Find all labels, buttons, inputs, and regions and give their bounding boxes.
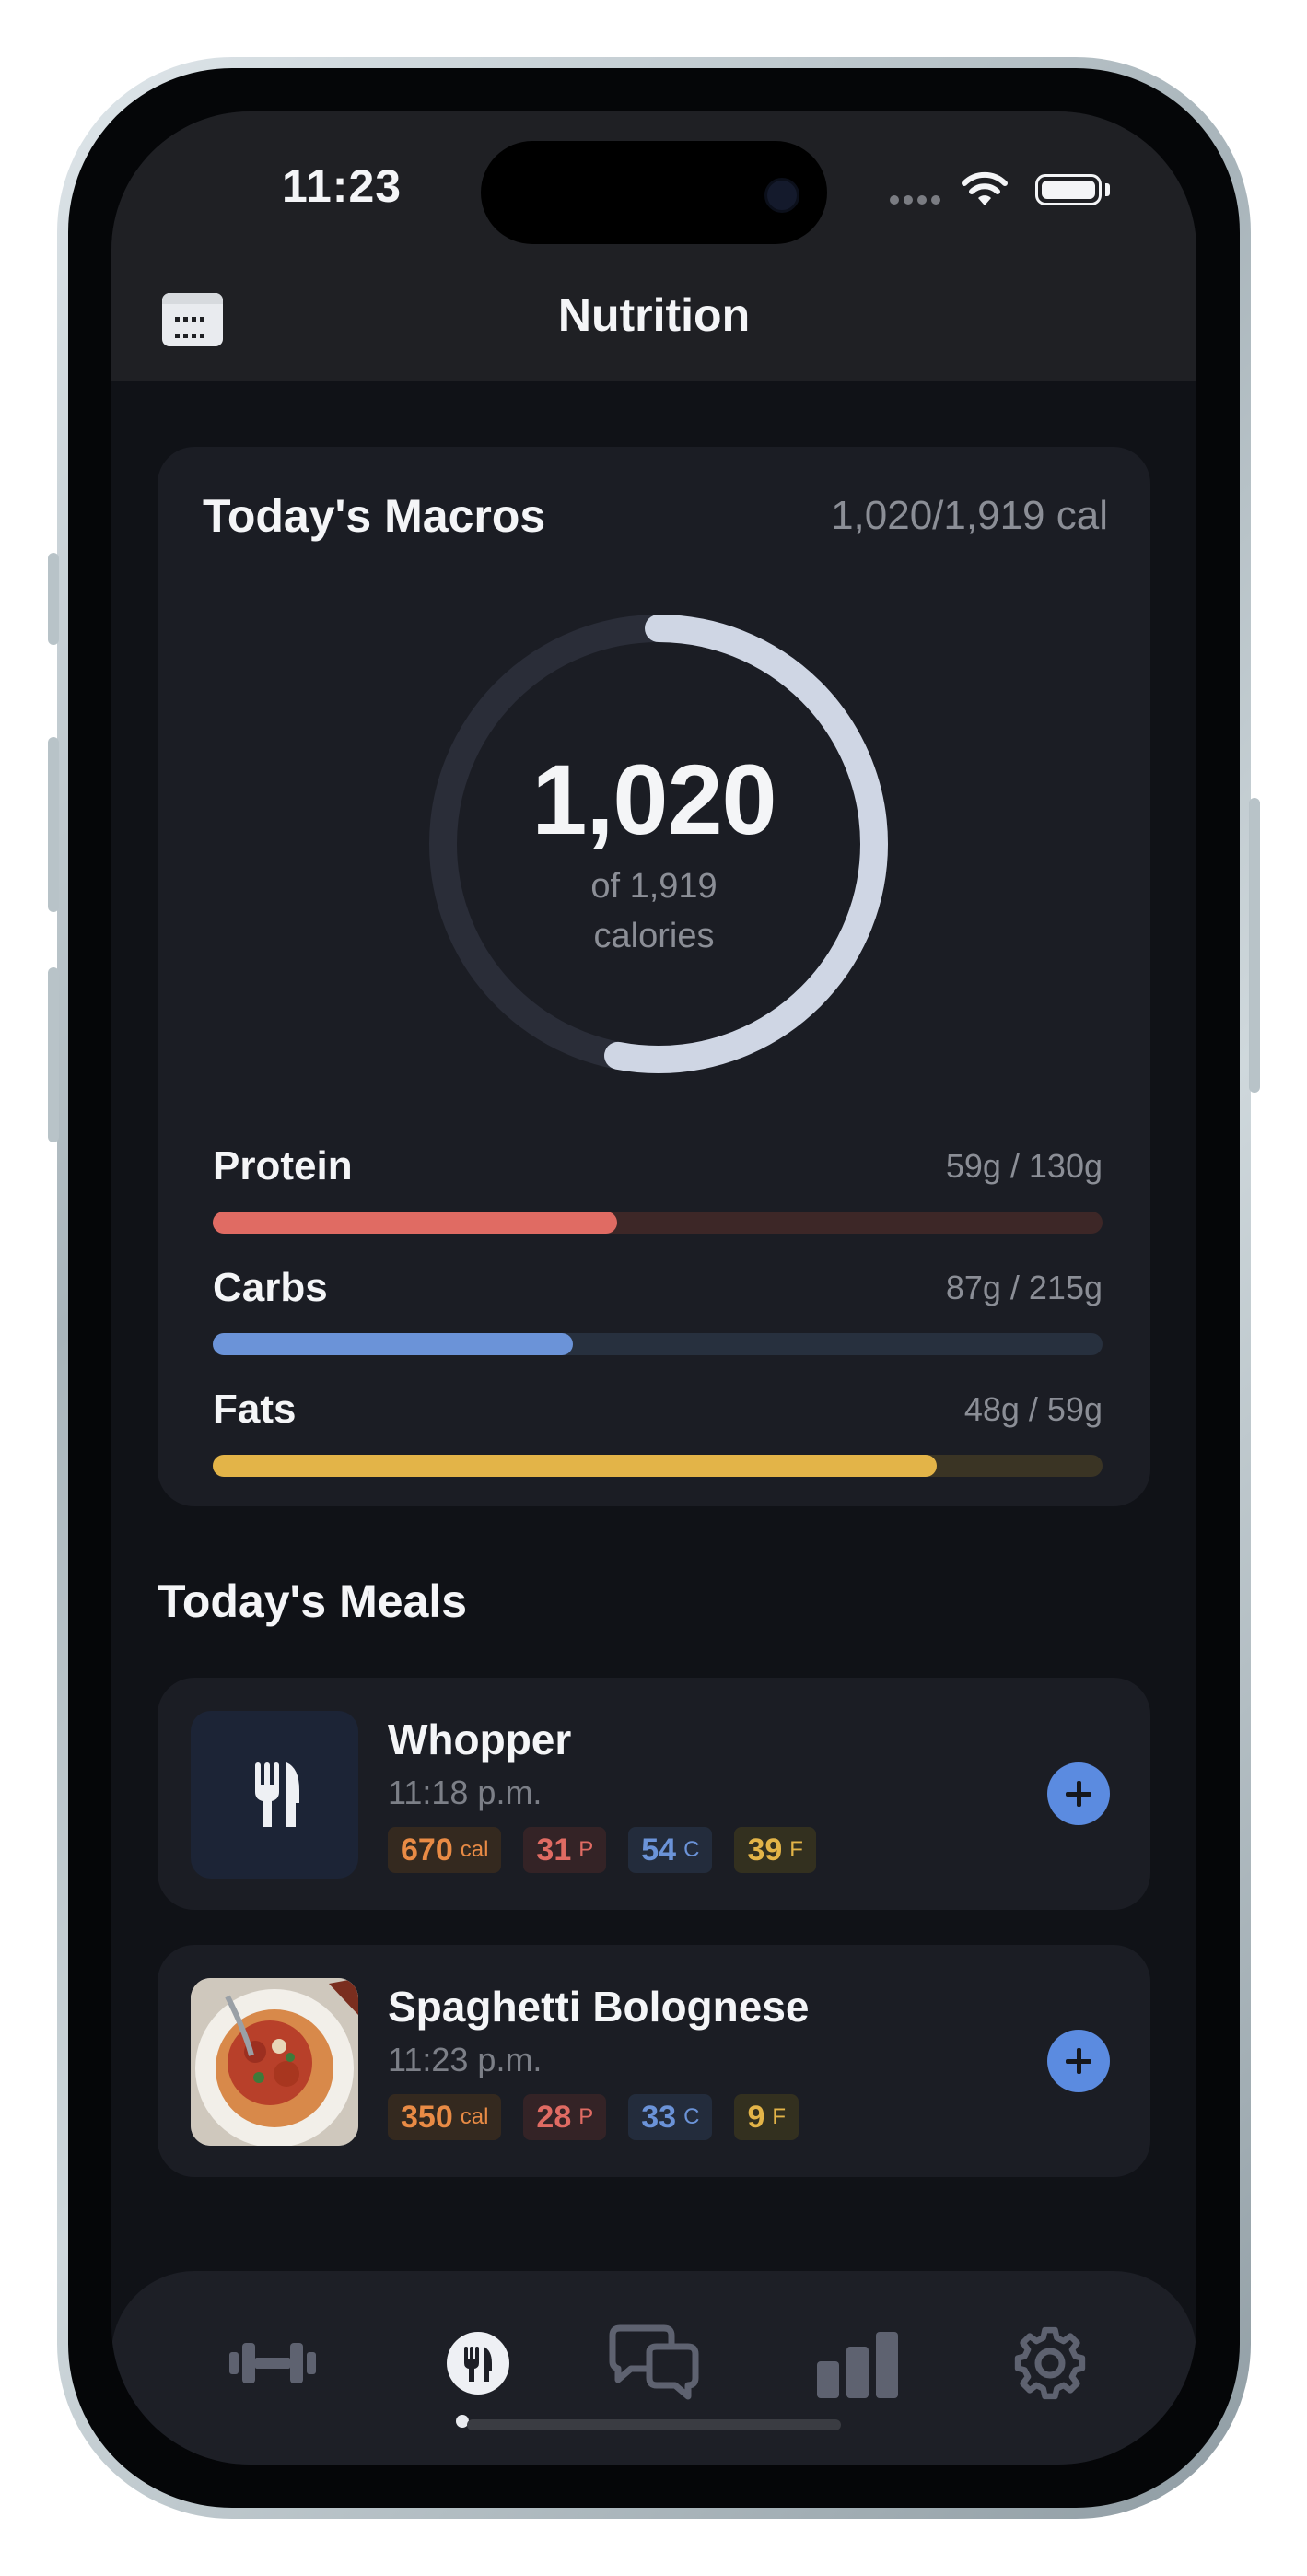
meal-name: Whopper xyxy=(388,1715,572,1763)
page-title: Nutrition xyxy=(557,289,751,341)
meal-nutrition-chips: 670 cal 31 P 54 C 39 F xyxy=(388,1827,838,1873)
status-time: 11:23 xyxy=(281,160,403,212)
chip-value: 39 xyxy=(747,1832,783,1868)
tab-stats[interactable] xyxy=(808,2321,909,2406)
tab-settings[interactable] xyxy=(999,2321,1101,2406)
chip-unit: C xyxy=(683,2104,700,2129)
dynamic-island xyxy=(481,141,827,244)
macro-bar-track xyxy=(213,1212,1103,1234)
meal-time: 11:23 p.m. xyxy=(388,2041,543,2078)
calories-goal: of 1,919 xyxy=(590,867,718,906)
chip-value: 31 xyxy=(536,1832,572,1868)
tab-nutrition[interactable] xyxy=(427,2321,529,2406)
meal-time: 11:18 p.m. xyxy=(388,1774,543,1811)
protein-chip: 31 P xyxy=(523,1827,607,1873)
macro-bar-fill xyxy=(213,1455,938,1477)
macro-row-fats: Fats 48g / 59g xyxy=(213,1387,1103,1488)
battery-icon xyxy=(1035,174,1102,205)
macros-total-calories: 1,020/1,919 cal xyxy=(831,493,1108,538)
protein-chip: 28 P xyxy=(523,2094,607,2140)
fats-chip: 9F xyxy=(734,2094,799,2140)
add-meal-button[interactable] xyxy=(1047,1762,1110,1825)
meal-card[interactable]: Whopper 11:18 p.m. 670 cal 31 P 54 C 39 F xyxy=(158,1678,1150,1910)
chip-value: 9 xyxy=(747,2099,765,2135)
tab-workouts[interactable] xyxy=(222,2321,323,2406)
macro-bar-track xyxy=(213,1455,1103,1477)
macro-name: Protein xyxy=(213,1143,353,1188)
calories-consumed: 1,020 xyxy=(531,744,776,855)
macro-amount: 48g / 59g xyxy=(963,1390,1103,1428)
volume-up-button xyxy=(48,737,59,912)
chip-unit: cal xyxy=(460,1837,489,1862)
carbs-chip: 54 C xyxy=(628,1827,713,1873)
add-meal-button[interactable] xyxy=(1047,2030,1110,2092)
chip-value: 54 xyxy=(641,1832,677,1868)
fats-chip: 39 F xyxy=(734,1827,816,1873)
chip-value: 670 xyxy=(401,1832,453,1868)
chip-value: 28 xyxy=(536,2099,572,2135)
dumbbell-icon xyxy=(229,2343,316,2383)
volume-down-button xyxy=(48,967,59,1142)
macro-name: Carbs xyxy=(213,1265,328,1310)
chip-unit: F xyxy=(789,1837,803,1862)
wifi-icon xyxy=(962,171,1008,205)
power-button xyxy=(1249,798,1260,1093)
tab-bar xyxy=(111,2271,1196,2465)
macro-bar-track xyxy=(213,1333,1103,1355)
chip-unit: C xyxy=(683,1837,700,1862)
home-indicator[interactable] xyxy=(467,2419,841,2430)
meal-name: Spaghetti Bolognese xyxy=(388,1983,810,2031)
macros-card: Today's Macros 1,020/1,919 cal 1,020 of … xyxy=(158,447,1150,1506)
action-button xyxy=(48,553,59,645)
meal-thumbnail xyxy=(191,1978,358,2146)
macros-title: Today's Macros xyxy=(203,490,546,542)
tab-chat[interactable] xyxy=(603,2321,705,2406)
meal-thumbnail xyxy=(191,1711,358,1879)
carbs-chip: 33 C xyxy=(628,2094,713,2140)
chip-unit: P xyxy=(578,1837,594,1862)
cellular-signal-icon xyxy=(890,193,945,209)
meal-nutrition-chips: 350 cal 28 P 33 C 9F xyxy=(388,2094,821,2140)
chip-value: 350 xyxy=(401,2099,453,2135)
camera-icon xyxy=(764,178,799,213)
gear-icon xyxy=(1014,2326,1086,2400)
chip-unit: P xyxy=(578,2104,594,2129)
macro-bar-fill xyxy=(213,1212,617,1234)
bar-chart-icon xyxy=(817,2332,898,2398)
fork-knife-icon xyxy=(255,1762,299,1827)
chip-value: 33 xyxy=(641,2099,677,2135)
chip-unit: cal xyxy=(460,2104,489,2129)
meal-card[interactable]: Spaghetti Bolognese 11:23 p.m. 350 cal 28… xyxy=(158,1945,1150,2177)
app-screen: 11:23 Nutrition Today's Macros 1,020/1,9… xyxy=(111,111,1196,2465)
macro-amount: 59g / 130g xyxy=(945,1147,1103,1185)
calories-chip: 350 cal xyxy=(388,2094,502,2140)
top-header: 11:23 Nutrition xyxy=(111,111,1196,381)
macro-amount: 87g / 215g xyxy=(945,1269,1103,1306)
meals-section-title: Today's Meals xyxy=(158,1575,468,1627)
chat-bubbles-icon xyxy=(609,2324,699,2400)
battery-cap xyxy=(1105,183,1110,196)
spaghetti-photo xyxy=(191,1978,358,2146)
chip-unit: F xyxy=(772,2104,787,2129)
calories-chip: 670 cal xyxy=(388,1827,502,1873)
fork-knife-icon xyxy=(447,2332,509,2395)
calories-unit: calories xyxy=(593,917,715,955)
macro-row-carbs: Carbs 87g / 215g xyxy=(213,1265,1103,1366)
macro-row-protein: Protein 59g / 130g xyxy=(213,1143,1103,1245)
macro-bar-fill xyxy=(213,1333,574,1355)
macro-name: Fats xyxy=(213,1387,297,1432)
